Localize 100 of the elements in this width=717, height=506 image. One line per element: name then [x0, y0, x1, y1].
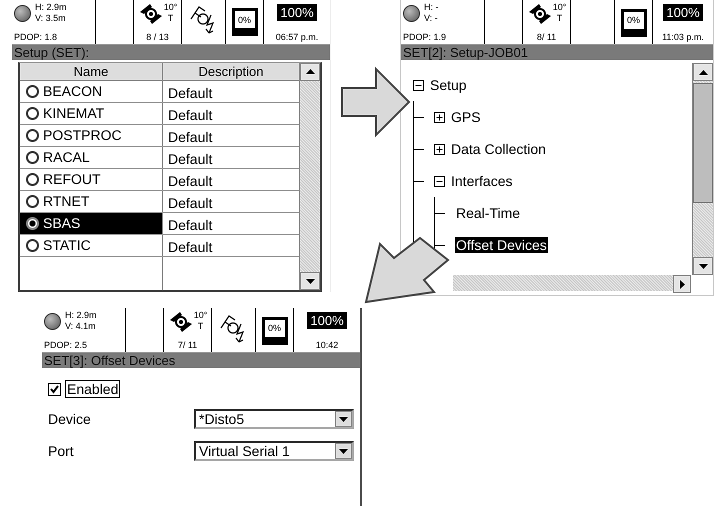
setup-name: RACAL [43, 149, 90, 166]
down-arrow-icon [306, 278, 314, 284]
memory-gauge: 0% [620, 8, 646, 36]
radio-button[interactable] [26, 128, 39, 142]
horizontal-precision: H: 2.9m [35, 2, 67, 13]
setup-name: RTNET [43, 193, 90, 210]
table-row[interactable]: RTNET [20, 190, 163, 212]
up-arrow-icon [306, 69, 314, 74]
pdop-value: PDOP: 2.5 [44, 340, 88, 351]
checkbox-label[interactable]: Enabled [65, 380, 120, 398]
column-header[interactable]: Description [163, 62, 299, 80]
clock-time: 10:42 [316, 340, 338, 351]
table-cell-text: Default [167, 84, 214, 102]
table-cell-text: Default [167, 216, 214, 234]
tree-item[interactable]: Real-Time [455, 205, 522, 221]
setup-name: SBAS [43, 215, 80, 232]
table-row[interactable]: STATIC [20, 234, 163, 256]
caret-icon [339, 448, 348, 454]
screen-title: Setup (SET): [12, 44, 330, 60]
tree-item[interactable]: Setup [429, 77, 468, 93]
globe-icon [14, 4, 31, 22]
horizontal-scrollbar[interactable] [453, 275, 691, 291]
setup-name: BEACON [43, 83, 102, 100]
battery-level: 100% [663, 4, 703, 21]
vertical-precision: V: 3.5m [35, 13, 67, 24]
battery-level: 100% [277, 4, 317, 21]
table-cell-text: Default [167, 106, 214, 124]
tree-item[interactable]: Offset Devices [455, 237, 548, 253]
mask-unit: T [198, 321, 204, 332]
scroll-up-button[interactable] [300, 62, 320, 81]
expand-icon[interactable] [434, 144, 445, 154]
table-row[interactable]: BEACON [20, 80, 163, 102]
radio-button[interactable] [26, 150, 39, 164]
memory-gauge: 0% [232, 8, 258, 36]
down-arrow-icon [698, 264, 708, 268]
scroll-down-button[interactable] [300, 272, 320, 290]
radio-button[interactable] [26, 238, 39, 252]
field-label: Device [48, 411, 91, 427]
table-cell-text: Default [167, 238, 214, 256]
table-cell-text: Default [167, 172, 214, 190]
globe-icon [403, 4, 420, 22]
dropdown[interactable]: *Disto5 [194, 409, 354, 429]
tree-item[interactable]: Data Collection [450, 141, 547, 157]
satellite-count: 8/ 11 [536, 32, 556, 43]
collapse-icon[interactable] [413, 80, 424, 90]
scrollbar[interactable] [692, 63, 713, 275]
field-label: Port [48, 443, 74, 459]
clock-time: 06:57 p.m. [276, 32, 318, 43]
clock-time: 11:03 p.m. [662, 32, 704, 43]
globe-icon [44, 312, 61, 330]
dropdown[interactable]: Virtual Serial 1 [194, 441, 354, 461]
mask-unit: T [168, 13, 174, 24]
down-left-arrow-icon [362, 236, 452, 306]
right-arrow-icon [340, 66, 412, 138]
collapse-icon[interactable] [434, 176, 445, 186]
screen-title: SET[3]: Offset Devices [42, 353, 360, 368]
tree-item[interactable]: Interfaces [450, 173, 514, 189]
vertical-precision: V: - [424, 13, 438, 24]
memory-gauge: 0% [262, 316, 288, 344]
radio-button[interactable] [26, 194, 39, 208]
scroll-down-button[interactable] [693, 257, 713, 275]
radio-button[interactable] [26, 106, 39, 120]
horizontal-precision: H: 2.9m [65, 310, 97, 321]
elevation-mask: 10° [194, 310, 208, 321]
radio-button[interactable] [26, 172, 39, 186]
satellite-count: 8 / 13 [146, 32, 169, 43]
table-row[interactable]: REFOUT [20, 168, 163, 190]
setup-name: REFOUT [43, 171, 101, 188]
horizontal-precision: H: - [424, 2, 438, 13]
setup-name: POSTPROC [43, 127, 122, 144]
up-arrow-icon [698, 70, 708, 74]
right-arrow-icon [680, 280, 684, 288]
tree-item[interactable]: GPS [450, 109, 482, 125]
mask-unit: T [556, 13, 562, 24]
expand-icon[interactable] [434, 112, 445, 122]
table-row[interactable]: SBAS [20, 212, 163, 234]
checkbox[interactable] [48, 382, 61, 396]
screen-title: SET[2]: Setup-JOB01 [401, 45, 713, 60]
setup-name: STATIC [43, 237, 91, 254]
caret-icon [339, 416, 348, 422]
elevation-mask: 10° [552, 2, 566, 13]
satellite-count: 7/ 11 [178, 340, 198, 351]
table-row[interactable]: POSTPROC [20, 124, 163, 146]
radio-button[interactable] [26, 216, 39, 230]
radio-button[interactable] [26, 84, 39, 98]
column-header[interactable]: Name [20, 62, 163, 80]
setup-name: KINEMAT [43, 105, 104, 122]
table-cell-text: Default [167, 194, 214, 212]
table-cell-text: Default [167, 128, 214, 146]
scroll-up-button[interactable] [693, 63, 713, 81]
scrollbar[interactable] [299, 62, 320, 290]
elevation-mask: 10° [164, 2, 178, 13]
table-row[interactable]: RACAL [20, 146, 163, 168]
vertical-precision: V: 4.1m [65, 321, 97, 332]
table-row[interactable]: KINEMAT [20, 102, 163, 124]
scroll-thumb[interactable] [693, 83, 713, 203]
pdop-value: PDOP: 1.9 [403, 32, 446, 43]
pdop-value: PDOP: 1.8 [14, 32, 58, 43]
scroll-right-button[interactable] [673, 275, 691, 293]
table-cell-text: Default [167, 150, 214, 168]
